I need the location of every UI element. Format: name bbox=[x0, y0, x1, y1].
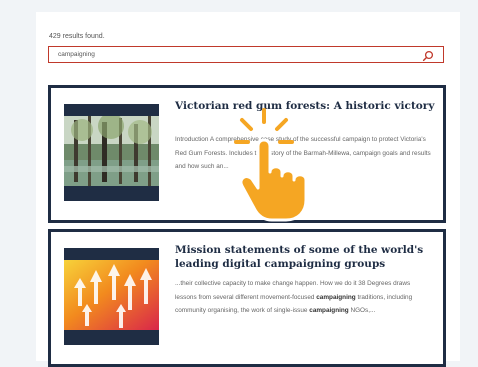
result-thumbnail-forest[interactable] bbox=[64, 104, 159, 201]
result-card[interactable]: Mission statements of some of the world'… bbox=[48, 229, 446, 367]
arrows-image bbox=[64, 260, 159, 330]
excerpt-highlight: campaigning bbox=[316, 293, 356, 301]
result-excerpt: ...their collective capacity to make cha… bbox=[175, 277, 433, 318]
search-input-value[interactable]: campaigning bbox=[58, 51, 95, 58]
pointing-hand-cursor-icon bbox=[228, 102, 338, 222]
excerpt-text: NGOs,... bbox=[348, 307, 376, 314]
result-thumbnail-arrows[interactable] bbox=[64, 248, 159, 345]
results-count: 429 results found. bbox=[49, 33, 105, 40]
excerpt-highlight: campaigning bbox=[309, 307, 349, 314]
forest-image bbox=[64, 116, 159, 186]
result-title[interactable]: Mission statements of some of the world'… bbox=[175, 243, 437, 271]
search-icon[interactable] bbox=[422, 49, 434, 62]
search-input[interactable]: campaigning bbox=[48, 46, 444, 63]
